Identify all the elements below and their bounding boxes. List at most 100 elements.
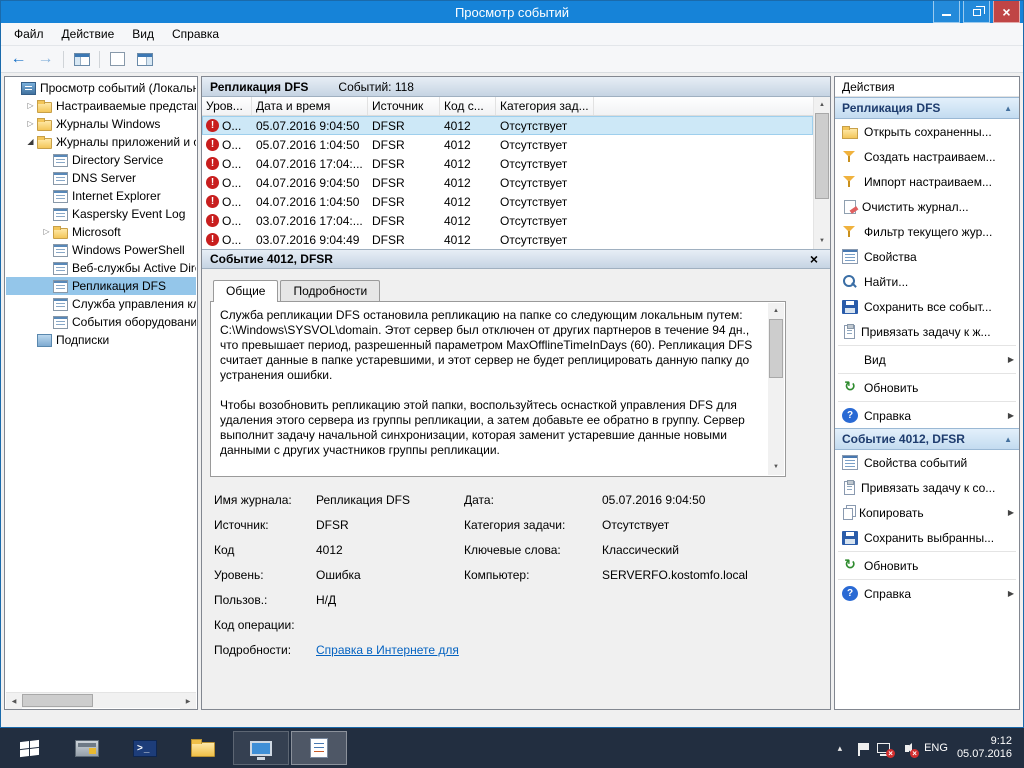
clock[interactable]: 9:12 05.07.2016 [957, 735, 1012, 761]
tree-item[interactable]: Windows PowerShell [6, 241, 196, 259]
action-item[interactable]: Вид▶ [835, 347, 1019, 372]
toolbar-back-button[interactable] [6, 48, 31, 70]
event-row[interactable]: !О...05.07.2016 9:04:50DFSR4012Отсутству… [202, 116, 813, 135]
action-item[interactable]: Фильтр текущего жур... [835, 219, 1019, 244]
action-item[interactable]: Справка▶ [835, 403, 1019, 428]
tree-item[interactable]: Directory Service [6, 151, 196, 169]
description-scrollbar[interactable]: ▲ ▼ [768, 303, 784, 475]
action-item[interactable]: Сохранить все событ... [835, 294, 1019, 319]
column-header[interactable]: Дата и время [252, 97, 368, 115]
scrollbar-thumb[interactable] [769, 319, 783, 378]
tree-item[interactable]: Репликация DFS [6, 277, 196, 295]
expand-arrow-icon[interactable]: ▷ [40, 223, 53, 241]
column-header[interactable]: Код с... [440, 97, 496, 115]
scroll-up-icon[interactable]: ▲ [814, 97, 830, 113]
scroll-down-icon[interactable]: ▼ [768, 459, 784, 475]
actions-section-header[interactable]: Репликация DFS▲ [835, 97, 1019, 119]
language-indicator[interactable]: ENG [924, 742, 948, 754]
tree-item[interactable]: DNS Server [6, 169, 196, 187]
minimize-button[interactable] [933, 1, 960, 23]
action-item[interactable]: Свойства [835, 244, 1019, 269]
actions-section-header[interactable]: Событие 4012, DFSR▲ [835, 428, 1019, 450]
tree-item[interactable]: ▷Microsoft [6, 223, 196, 241]
action-item[interactable]: Справка▶ [835, 581, 1019, 606]
taskbar-management-console-button[interactable] [233, 731, 289, 765]
action-item[interactable]: Открыть сохраненны... [835, 119, 1019, 144]
close-button[interactable]: × [993, 1, 1020, 23]
taskbar-apps [58, 728, 348, 768]
event-row[interactable]: !О...04.07.2016 17:04:...DFSR4012Отсутст… [202, 154, 813, 173]
tree-item[interactable]: События оборудования [6, 313, 196, 331]
action-item[interactable]: Привязать задачу к со... [835, 475, 1019, 500]
taskbar-server-manager-button[interactable] [59, 728, 115, 768]
taskbar-file-explorer-button[interactable] [175, 728, 231, 768]
tray-network-icon[interactable]: × [875, 740, 891, 756]
action-item[interactable]: Копировать▶ [835, 500, 1019, 525]
event-row[interactable]: !О...03.07.2016 9:04:49DFSR4012Отсутству… [202, 230, 813, 249]
scroll-right-icon[interactable]: ▶ [180, 693, 196, 709]
event-row[interactable]: !О...04.07.2016 9:04:50DFSR4012Отсутству… [202, 173, 813, 192]
action-item[interactable]: Создать настраиваем... [835, 144, 1019, 169]
action-item-label: Обновить [864, 559, 1014, 573]
tree-item[interactable]: ▷Настраиваемые представл... [6, 97, 196, 115]
taskbar-powershell-button[interactable] [117, 728, 173, 768]
action-item[interactable]: Привязать задачу к ж... [835, 319, 1019, 344]
expand-arrow-icon[interactable]: ▷ [24, 97, 37, 115]
tree-item[interactable]: Служба управления клю... [6, 295, 196, 313]
tray-flag-icon[interactable] [851, 740, 867, 756]
close-preview-icon[interactable]: × [806, 251, 822, 267]
action-item[interactable]: Сохранить выбранны... [835, 525, 1019, 550]
start-button[interactable] [0, 728, 58, 768]
import-view-icon [842, 174, 858, 189]
title-bar[interactable]: Просмотр событий × [1, 1, 1023, 23]
action-item[interactable]: Импорт настраиваем... [835, 169, 1019, 194]
menu-item[interactable]: Справка [163, 24, 228, 44]
column-header[interactable]: Уров... [202, 97, 252, 115]
tray-volume-icon[interactable]: × [899, 740, 915, 756]
expand-arrow-icon[interactable]: ▷ [24, 115, 37, 133]
scroll-up-icon[interactable]: ▲ [768, 303, 784, 319]
tree-item[interactable]: ▷Журналы Windows [6, 115, 196, 133]
tree-item[interactable]: Веб-службы Active Direc... [6, 259, 196, 277]
none-icon [842, 352, 858, 367]
tree-item[interactable]: Подписки [6, 331, 196, 349]
menu-item[interactable]: Действие [53, 24, 124, 44]
action-item[interactable]: Обновить [835, 375, 1019, 400]
event-level-cell: !О... [202, 214, 252, 228]
scrollbar-track[interactable] [768, 319, 784, 459]
scrollbar-thumb[interactable] [815, 113, 829, 199]
scroll-down-icon[interactable]: ▼ [814, 233, 830, 249]
toolbar-forward-button[interactable] [33, 48, 58, 70]
tab-details[interactable]: Подробности [280, 280, 380, 302]
collapse-arrow-icon[interactable]: ◢ [24, 133, 37, 151]
restore-button[interactable] [963, 1, 990, 23]
event-row[interactable]: !О...04.07.2016 1:04:50DFSR4012Отсутству… [202, 192, 813, 211]
tab-general[interactable]: Общие [213, 280, 278, 302]
tray-expand-icon[interactable]: ▴ [838, 743, 843, 754]
action-item[interactable]: Свойства событий [835, 450, 1019, 475]
action-item[interactable]: Найти... [835, 269, 1019, 294]
action-item[interactable]: Очистить журнал... [835, 194, 1019, 219]
menu-item[interactable]: Файл [5, 24, 53, 44]
tree-horizontal-scrollbar[interactable]: ◀ ▶ [6, 692, 196, 708]
column-header[interactable]: Источник [368, 97, 440, 115]
tree-item[interactable]: Internet Explorer [6, 187, 196, 205]
toolbar-help-button[interactable] [105, 48, 130, 70]
tree-item[interactable]: ◢Журналы приложений и сл... [6, 133, 196, 151]
tree-item[interactable]: Kaspersky Event Log [6, 205, 196, 223]
column-header[interactable]: Категория зад... [496, 97, 594, 115]
scroll-left-icon[interactable]: ◀ [6, 693, 22, 709]
taskbar-event-viewer-button[interactable] [291, 731, 347, 765]
online-help-link[interactable]: Справка в Интернете для [316, 643, 816, 657]
menu-item[interactable]: Вид [123, 24, 163, 44]
table-vertical-scrollbar[interactable]: ▲ ▼ [813, 97, 830, 249]
event-row[interactable]: !О...05.07.2016 1:04:50DFSR4012Отсутству… [202, 135, 813, 154]
scrollbar-track[interactable] [814, 113, 830, 233]
tree-item[interactable]: Просмотр событий (Локальны [6, 79, 196, 97]
event-row[interactable]: !О...03.07.2016 17:04:...DFSR4012Отсутст… [202, 211, 813, 230]
toolbar-show-console-tree-button[interactable] [69, 48, 94, 70]
scrollbar-track[interactable] [22, 693, 180, 708]
toolbar-show-action-pane-button[interactable] [132, 48, 157, 70]
scrollbar-thumb[interactable] [22, 694, 93, 707]
action-item[interactable]: Обновить [835, 553, 1019, 578]
